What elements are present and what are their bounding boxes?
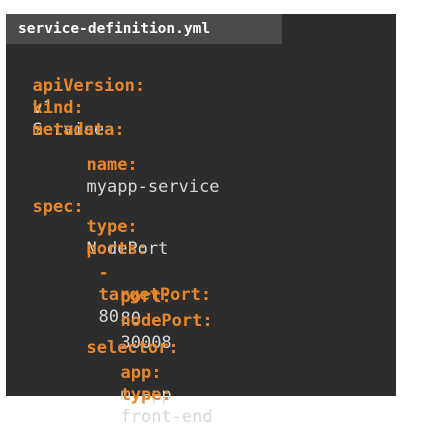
code-line-name: name: myapp-service — [66, 132, 219, 198]
yaml-key: type: — [120, 385, 172, 405]
file-tab-label: service-definition.yml — [18, 21, 211, 37]
code-line-selector-type: type: front-end — [100, 362, 213, 428]
yaml-key: name: — [86, 155, 138, 175]
file-tab[interactable]: service-definition.yml — [6, 14, 282, 44]
yaml-value: front-end — [120, 407, 213, 427]
